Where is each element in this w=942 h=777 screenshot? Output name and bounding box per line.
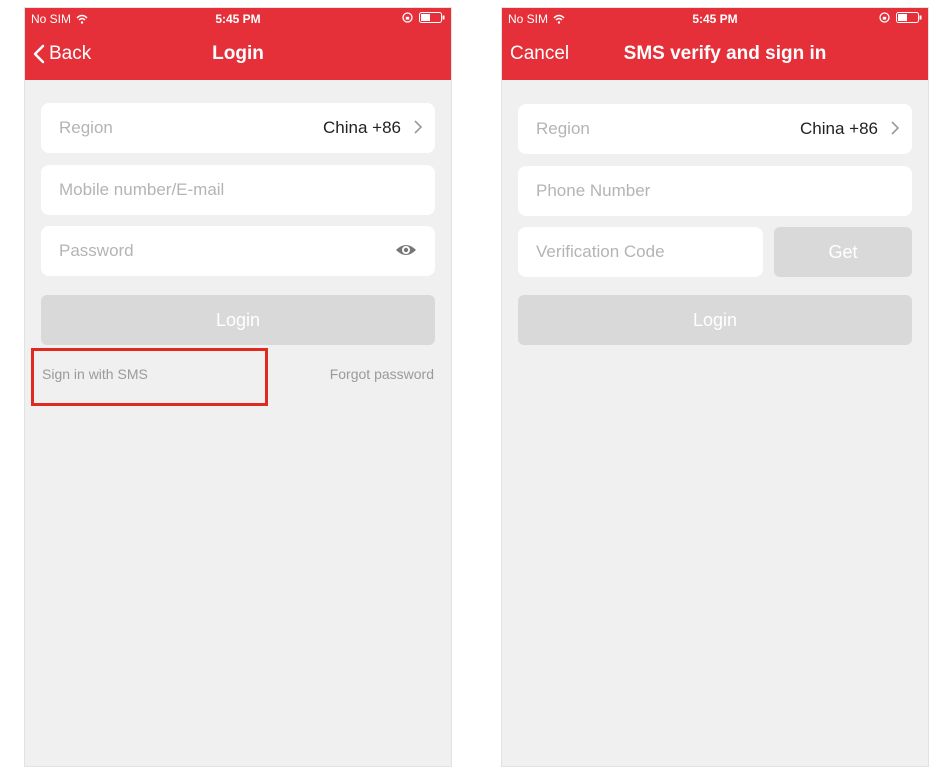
status-bar: No SIM 5:45 PM	[25, 8, 451, 30]
region-value: China +86	[800, 119, 878, 138]
phone-number-placeholder: Phone Number	[536, 181, 651, 200]
get-code-button[interactable]: Get	[774, 227, 912, 277]
battery-icon	[419, 12, 445, 23]
region-value: China +86	[323, 118, 401, 137]
nav-bar: Cancel SMS verify and sign in	[502, 30, 928, 80]
region-label: Region	[59, 118, 113, 137]
page-title: Login	[212, 43, 264, 64]
battery-icon	[896, 12, 922, 23]
header-bar: No SIM 5:45 PM	[25, 8, 451, 80]
region-selector[interactable]: Region China +86	[41, 103, 435, 153]
chevron-right-icon	[891, 121, 900, 135]
account-placeholder: Mobile number/E-mail	[59, 180, 225, 199]
status-bar: No SIM 5:45 PM	[502, 8, 928, 30]
region-label: Region	[536, 119, 590, 138]
phone-number-input[interactable]: Phone Number	[518, 166, 912, 216]
rotation-lock-icon	[879, 12, 890, 23]
password-input[interactable]: Password	[41, 226, 435, 276]
nav-bar: Back Login	[25, 30, 451, 80]
verification-code-input[interactable]: Verification Code	[518, 227, 763, 277]
region-selector[interactable]: Region China +86	[518, 104, 912, 154]
login-button[interactable]: Login	[518, 295, 912, 345]
sms-login-screen: No SIM 5:45 PM Cancel SMS verify and sig…	[501, 7, 929, 767]
status-right	[402, 12, 445, 23]
forgot-password-link[interactable]: Forgot password	[330, 366, 434, 382]
status-time: 5:45 PM	[215, 12, 261, 26]
verification-code-placeholder: Verification Code	[536, 242, 665, 261]
chevron-right-icon	[414, 120, 423, 134]
rotation-lock-icon	[402, 12, 413, 23]
page-title: SMS verify and sign in	[623, 43, 827, 64]
status-right	[879, 12, 922, 23]
password-placeholder: Password	[59, 241, 134, 260]
highlight-box	[31, 348, 268, 406]
login-button[interactable]: Login	[41, 295, 435, 345]
eye-icon[interactable]	[395, 242, 417, 258]
header-bar: No SIM 5:45 PM	[502, 8, 928, 80]
account-input[interactable]: Mobile number/E-mail	[41, 165, 435, 215]
status-time: 5:45 PM	[692, 12, 738, 26]
